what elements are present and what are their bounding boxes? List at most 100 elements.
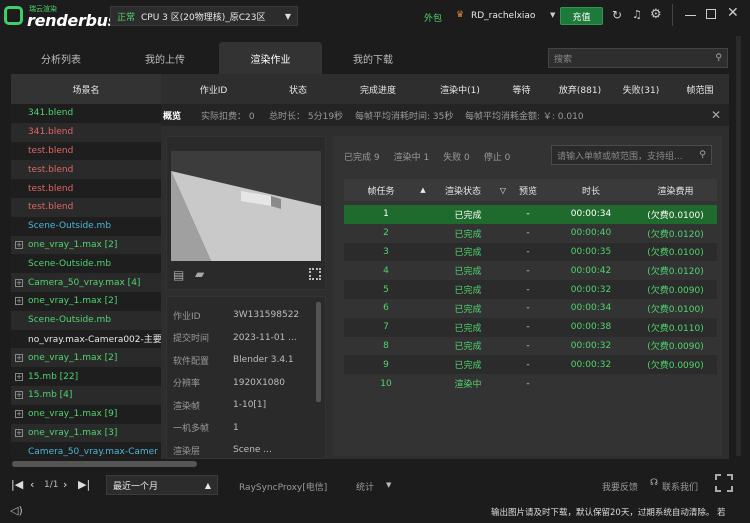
folder-icon[interactable]: ▰	[195, 267, 204, 281]
frame-row[interactable]: 1 已完成 - 00:00:34 (欠费0.0100)	[344, 205, 717, 224]
expand-icon[interactable]: +	[15, 428, 23, 437]
expand-icon[interactable]: +	[15, 372, 23, 381]
th-frame[interactable]: 帧任务	[344, 184, 418, 197]
frame-search-input[interactable]: 请输入单帧或帧范围，支持组... ⚲	[551, 145, 712, 165]
username[interactable]: RD_rachelxiao	[471, 11, 535, 21]
close-overview-icon[interactable]: ✕	[711, 108, 721, 122]
scene-row[interactable]: 341.blend	[11, 104, 161, 123]
expand-icon[interactable]: +	[15, 240, 23, 249]
prev-page-icon[interactable]: ‹	[30, 478, 34, 491]
frame-row[interactable]: 3 已完成 - 00:00:35 (欠费0.0100)	[344, 242, 717, 262]
frame-row[interactable]: 7 已完成 - 00:00:38 (欠费0.0110)	[344, 317, 717, 337]
proxy-label[interactable]: RaySyncProxy[电信]	[239, 480, 327, 493]
frame-row[interactable]: 9 已完成 - 00:00:32 (欠费0.0090)	[344, 355, 717, 375]
horizontal-scroll-thumb[interactable]	[12, 461, 197, 467]
scene-row[interactable]: Camera_50_vray.max-Camer	[11, 442, 161, 459]
fullscreen-icon[interactable]	[309, 268, 321, 280]
info-row: 作业ID 3W131598522	[167, 304, 325, 327]
next-page-icon[interactable]: ›	[63, 478, 67, 491]
scene-row[interactable]: +15.mb [4]	[11, 385, 161, 405]
search-icon[interactable]: ⚲	[699, 150, 706, 160]
scene-row[interactable]: test.blend	[11, 197, 161, 217]
period-select[interactable]: 最近一个月 ▲	[106, 475, 218, 495]
scene-row[interactable]: test.blend	[11, 160, 161, 180]
frame-row[interactable]: 10 渲染中 -	[344, 374, 717, 393]
frame-status: 已完成	[454, 267, 482, 278]
frame-row[interactable]: 6 已完成 - 00:00:34 (欠费0.0100)	[344, 299, 717, 318]
frame-row[interactable]: 4 已完成 - 00:00:42 (欠费0.0120)	[344, 261, 717, 281]
scene-row[interactable]: + one_vray_1.max [3]	[11, 423, 161, 443]
scene-row[interactable]: test.blend	[11, 142, 161, 161]
maximize-icon[interactable]	[706, 9, 716, 19]
col-frame-range[interactable]: 帧范围	[671, 83, 729, 96]
frame-preview: -	[526, 340, 530, 351]
scene-row[interactable]: + one_vray_1.max [2]	[11, 348, 161, 368]
frame-duration: 00:00:40	[570, 228, 612, 239]
stats-chevron-icon[interactable]: ▼	[386, 481, 391, 489]
first-page-icon[interactable]: |◀	[11, 478, 23, 491]
feedback-link[interactable]: 我要反馈	[602, 480, 638, 493]
scene-row[interactable]: + one_vray_1.max [2]	[11, 235, 161, 255]
scene-row[interactable]: no_vray.max-Camera002-主要	[11, 330, 161, 349]
gear-icon[interactable]: ⚙	[650, 7, 662, 22]
expand-icon[interactable]: +	[15, 278, 23, 287]
expand-icon[interactable]: +	[15, 391, 23, 400]
tab-download[interactable]: 我的下载	[323, 42, 423, 74]
minimize-icon[interactable]	[685, 15, 696, 16]
scene-row[interactable]: test.blend	[11, 179, 161, 198]
expand-icon[interactable]: +	[15, 353, 23, 362]
speaker-icon: ◁)	[10, 504, 23, 517]
scene-row[interactable]: 341.blend	[11, 122, 161, 142]
col-failed[interactable]: 失败(31)	[611, 83, 671, 96]
document-icon[interactable]: ▤	[173, 268, 184, 282]
th-duration: 时长	[581, 186, 600, 197]
col-waiting[interactable]: 等待	[494, 83, 549, 96]
scene-row[interactable]: +15.mb [22]	[11, 367, 161, 386]
tab-upload[interactable]: 我的上传	[115, 42, 215, 74]
info-scrollbar[interactable]	[316, 302, 321, 402]
expand-icon[interactable]: +	[15, 410, 23, 419]
close-icon[interactable]: ✕	[727, 5, 739, 21]
frame-row[interactable]: 2 已完成 - 00:00:40 (欠费0.0120)	[344, 223, 717, 243]
col-progress[interactable]: 完成进度	[330, 83, 426, 96]
col-job-id[interactable]: 作业ID	[161, 83, 266, 96]
user-chevron-icon[interactable]: ▼	[550, 11, 555, 19]
tab-render-jobs[interactable]: 渲染作业	[219, 42, 322, 74]
frame-row[interactable]: 8 已完成 - 00:00:32 (欠费0.0090)	[344, 336, 717, 356]
divider	[672, 4, 673, 26]
scene-row[interactable]: Scene-Outside.mb	[11, 254, 161, 273]
refresh-icon[interactable]: ↻	[612, 8, 622, 22]
last-page-icon[interactable]: ▶|	[78, 478, 90, 491]
frame-duration: 00:00:32	[570, 284, 612, 295]
sort-up-icon[interactable]: ▲	[418, 186, 428, 194]
col-abandoned[interactable]: 放弃(881)	[549, 83, 611, 96]
contact-link[interactable]: 联系我们	[662, 480, 698, 493]
cpu-region-select[interactable]: 正常 CPU 3 区(20物理核)_原C23区 ▼	[110, 6, 298, 26]
scene-row[interactable]: Scene-Outside.mb	[11, 217, 161, 236]
search-input[interactable]: 搜索 ⚲	[548, 48, 728, 68]
scene-row[interactable]: Scene-Outside.mb	[11, 310, 161, 330]
th-status[interactable]: 渲染状态	[428, 184, 498, 197]
col-rendering[interactable]: 渲染中(1)	[426, 83, 494, 96]
frame-status: 已完成	[454, 323, 482, 334]
main-scrollbar[interactable]	[736, 36, 741, 456]
scene-row[interactable]: + Camera_50_vray.max [4]	[11, 273, 161, 292]
frame-row[interactable]: 5 已完成 - 00:00:32 (欠费0.0090)	[344, 280, 717, 299]
col-status[interactable]: 状态	[266, 83, 330, 96]
bell-icon[interactable]: ♫	[632, 8, 642, 21]
search-icon[interactable]: ⚲	[715, 53, 722, 63]
qr-code-icon[interactable]	[715, 474, 733, 492]
info-row: 软件配置 Blender 3.4.1	[167, 349, 325, 372]
tab-analysis[interactable]: 分析列表	[11, 42, 111, 74]
stats-dropdown[interactable]: 统计	[356, 480, 374, 493]
plugin-link[interactable]: 外包	[424, 11, 442, 24]
charge-button[interactable]: 充值	[560, 7, 603, 25]
scene-row[interactable]: + one_vray_1.max [9]	[11, 405, 161, 424]
expand-icon[interactable]: +	[15, 297, 23, 306]
filter-icon[interactable]: ▽	[498, 186, 508, 195]
scene-name: test.blend	[28, 145, 74, 156]
frame-duration: 00:00:34	[570, 303, 612, 314]
scene-row[interactable]: + one_vray_1.max [2]	[11, 292, 161, 311]
scene-thumbnail[interactable]	[171, 151, 321, 261]
scene-name: one_vray_1.max [9]	[28, 409, 118, 420]
